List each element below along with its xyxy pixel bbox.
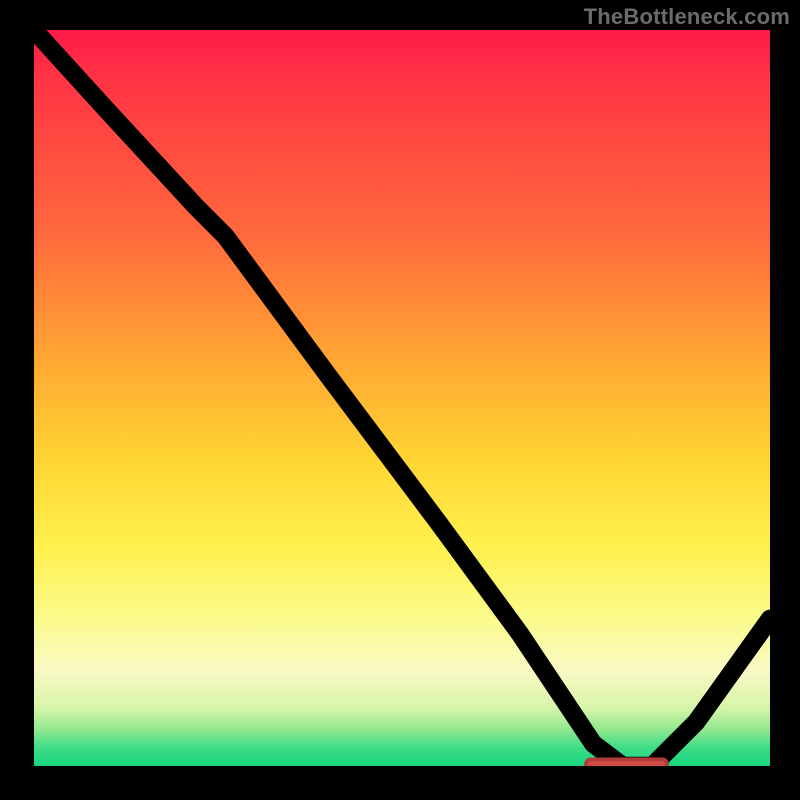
plot-svg (34, 30, 770, 766)
bottleneck-curve (34, 30, 770, 766)
valley-marker (586, 759, 667, 766)
watermark-label: TheBottleneck.com (584, 4, 790, 30)
chart-stage: TheBottleneck.com (0, 0, 800, 800)
plot-frame (30, 30, 770, 770)
